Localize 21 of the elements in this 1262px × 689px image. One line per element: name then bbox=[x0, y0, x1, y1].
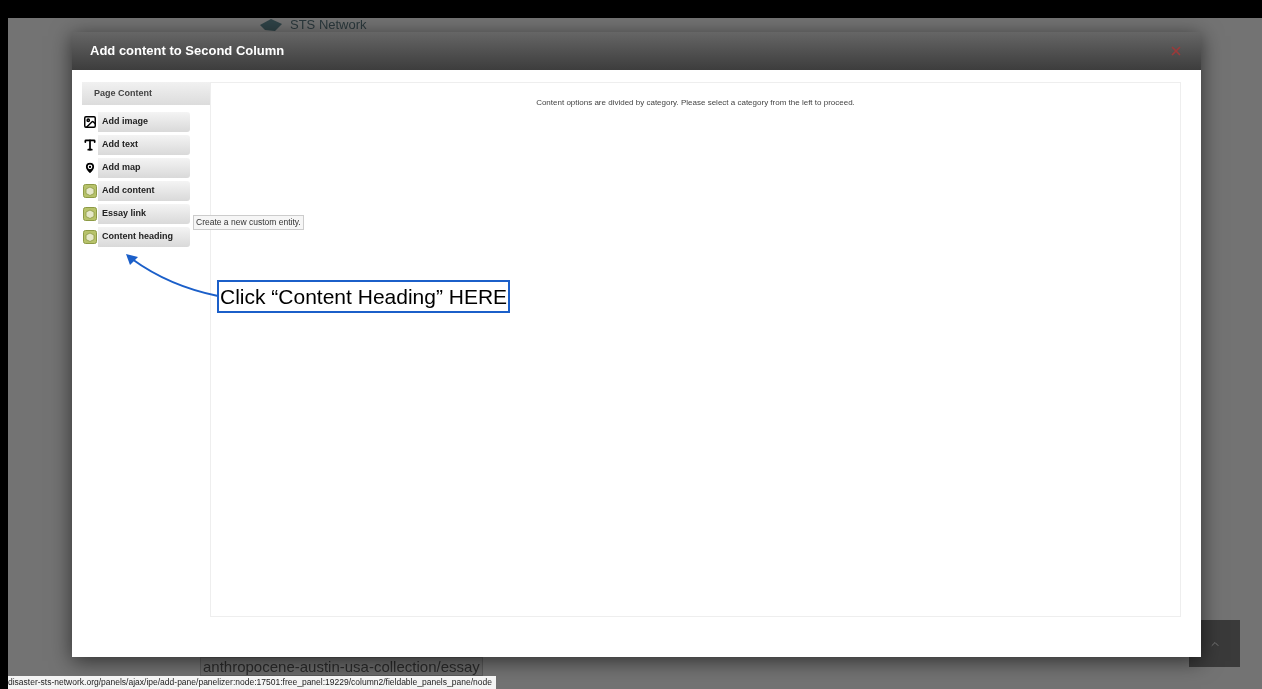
dialog-title: Add content to Second Column bbox=[90, 42, 285, 61]
annotation-callout: Click “Content Heading” HERE bbox=[217, 280, 511, 313]
add-content-item[interactable]: Essay link bbox=[82, 204, 190, 224]
cube-icon bbox=[83, 184, 97, 198]
add-content-item[interactable]: Add content bbox=[82, 181, 190, 201]
status-bar-url: disaster-sts-network.org/panels/ajax/ipe/add-pane/panelizer:node:17501:free_panel:19229/column2/fieldable_panels_pane/node bbox=[8, 676, 496, 689]
cube-icon bbox=[83, 207, 97, 221]
add-content-item[interactable]: Add map bbox=[82, 158, 190, 178]
category-heading: Page Content bbox=[82, 82, 210, 105]
image-icon bbox=[83, 115, 97, 129]
page-path-text: anthropocene-austin-usa-collection/essay bbox=[200, 657, 483, 676]
site-name: STS Network bbox=[290, 18, 367, 32]
cube-icon bbox=[83, 230, 97, 244]
close-icon bbox=[1169, 44, 1183, 58]
add-content-item[interactable]: Add image bbox=[82, 112, 190, 132]
letter-t-icon bbox=[83, 138, 97, 152]
tooltip: Create a new custom entity. bbox=[193, 215, 304, 230]
add-content-item[interactable]: Content heading bbox=[82, 227, 190, 247]
instruction-text: Content options are divided by category. Please select a category from the left to proceed. bbox=[536, 97, 855, 109]
map-pin-icon bbox=[83, 161, 97, 175]
add-content-item[interactable]: Add text bbox=[82, 135, 190, 155]
